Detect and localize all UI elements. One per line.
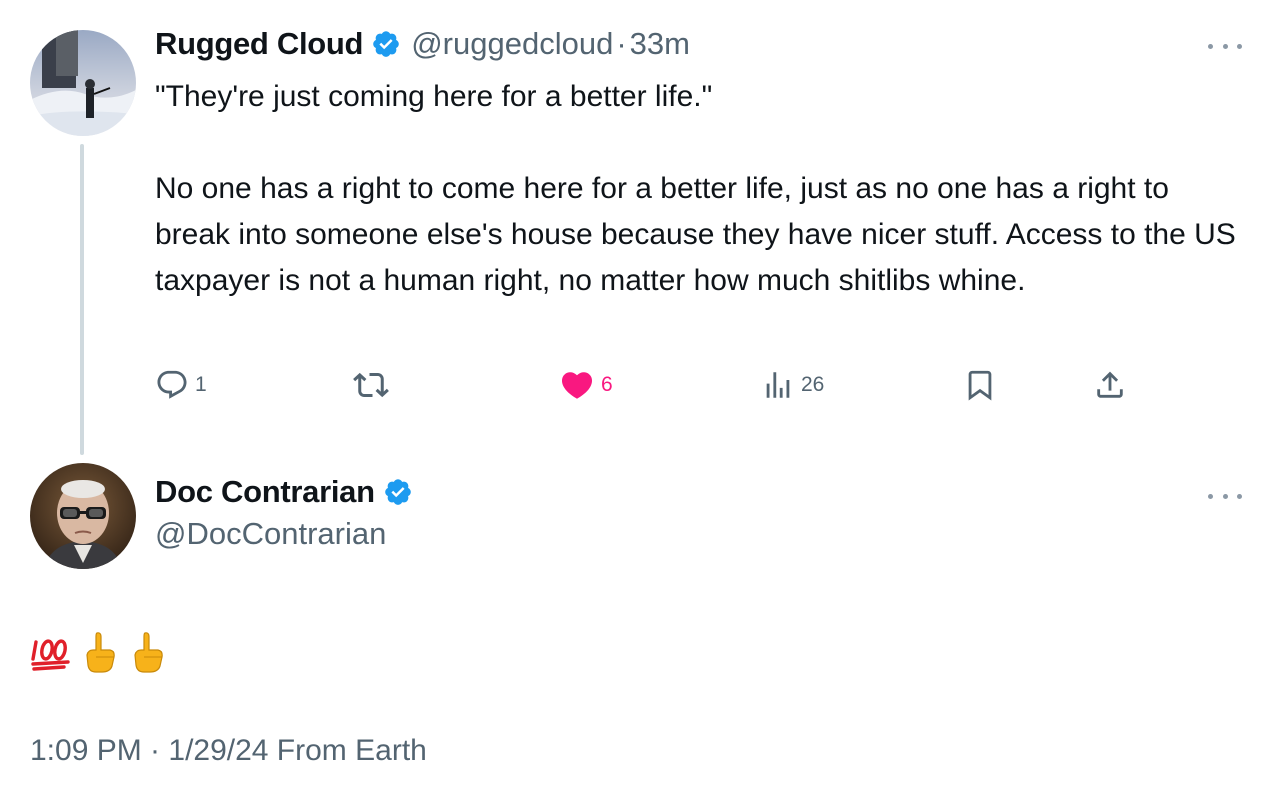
reply-icon [157, 370, 187, 399]
parent-tweet-text: "They're just coming here for a better l… [155, 74, 1245, 304]
author-handle[interactable]: @DocContrarian [155, 516, 386, 552]
tweet-action-bar: 1 6 26 [155, 365, 1155, 405]
tweet-paragraph: No one has a right to come here for a be… [155, 172, 1236, 297]
share-button[interactable] [1093, 365, 1127, 405]
thread-connector-line [80, 144, 84, 455]
header-separator: · [616, 26, 627, 61]
hundred-points-emoji [31, 639, 70, 671]
verified-badge-icon[interactable] [371, 29, 401, 59]
views-count: 26 [801, 373, 825, 396]
heart-icon [561, 372, 593, 399]
avatar-image [30, 463, 136, 569]
views-button[interactable]: 26 [761, 365, 824, 405]
retweet-button[interactable] [353, 365, 395, 405]
author-display-name[interactable]: Rugged Cloud [155, 26, 364, 62]
reply-tweet-header: Doc Contrarian [155, 474, 413, 510]
like-count: 6 [601, 373, 613, 396]
bookmark-button[interactable] [963, 365, 997, 405]
more-dots-icon[interactable] [1208, 486, 1242, 506]
rugged-cloud-avatar[interactable] [30, 30, 136, 136]
share-icon [1097, 371, 1123, 398]
tweet-age[interactable]: 33m [630, 26, 690, 62]
retweet-icon [353, 372, 389, 398]
tweet-timestamp[interactable]: 1:09 PM · 1/29/24 From Earth [30, 734, 427, 768]
doc-contrarian-avatar[interactable] [30, 463, 136, 569]
more-dots-icon[interactable] [1208, 36, 1242, 56]
like-button[interactable]: 6 [559, 365, 613, 405]
views-chart-icon [766, 372, 790, 398]
author-display-name[interactable]: Doc Contrarian [155, 474, 375, 510]
verified-badge-icon[interactable] [383, 477, 413, 507]
reply-count: 1 [195, 373, 207, 396]
pointing-up-emoji [134, 632, 163, 673]
pointing-up-emoji [86, 632, 115, 673]
author-handle[interactable]: @ruggedcloud [411, 26, 613, 62]
avatar-image [30, 30, 136, 136]
bookmark-icon [968, 370, 992, 401]
reply-button[interactable]: 1 [155, 365, 207, 405]
parent-tweet-header: Rugged Cloud @ruggedcloud · 33m [155, 26, 690, 62]
reply-tweet-text [30, 630, 168, 674]
tweet-paragraph: "They're just coming here for a better l… [155, 80, 713, 113]
